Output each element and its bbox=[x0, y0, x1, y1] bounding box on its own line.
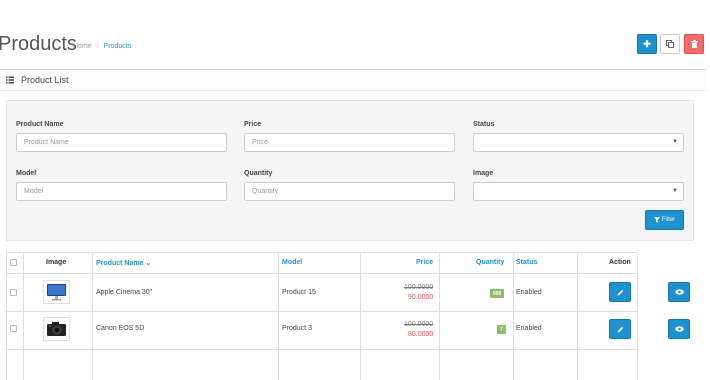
pencil-icon bbox=[617, 289, 623, 295]
column-header-model[interactable]: Model bbox=[282, 259, 302, 266]
list-icon bbox=[6, 76, 14, 84]
filter-price-label: Price bbox=[244, 121, 262, 128]
product-model: Product 3 bbox=[282, 325, 312, 332]
row-select-checkbox[interactable] bbox=[10, 325, 17, 332]
breadcrumb-products[interactable]: Products bbox=[104, 43, 132, 50]
breadcrumb-home[interactable]: Home bbox=[73, 43, 92, 50]
row-select-checkbox[interactable] bbox=[10, 289, 17, 296]
view-button[interactable] bbox=[668, 319, 690, 339]
product-status: Enabled bbox=[516, 289, 542, 296]
monitor-icon bbox=[47, 284, 66, 301]
filter-status-label: Status bbox=[473, 121, 495, 128]
eye-icon bbox=[674, 326, 684, 332]
select-all-checkbox[interactable] bbox=[10, 259, 17, 266]
camera-icon bbox=[47, 322, 66, 336]
delete-product-button[interactable] bbox=[684, 34, 704, 54]
filter-status-select[interactable]: ▼ bbox=[473, 133, 684, 152]
edit-button[interactable] bbox=[609, 319, 631, 339]
product-special-price: 90.0000 bbox=[408, 294, 434, 301]
filter-product-name-label: Product Name bbox=[16, 121, 64, 128]
panel-heading: Product List bbox=[0, 70, 706, 91]
sort-desc-icon: ⌄ bbox=[145, 260, 152, 267]
column-header-price[interactable]: Price bbox=[416, 259, 433, 266]
add-product-button[interactable]: ✚ bbox=[637, 34, 657, 54]
product-price: 100.0000 bbox=[404, 321, 434, 328]
product-table bbox=[6, 252, 638, 380]
product-thumbnail[interactable] bbox=[43, 280, 70, 304]
caret-down-icon: ▼ bbox=[672, 139, 678, 145]
product-model: Product 15 bbox=[282, 289, 316, 296]
funnel-icon bbox=[653, 217, 660, 223]
trash-icon bbox=[690, 40, 698, 48]
product-status: Enabled bbox=[516, 325, 542, 332]
caret-down-icon: ▼ bbox=[672, 188, 678, 194]
filter-model-label: Model bbox=[16, 170, 37, 177]
column-header-status[interactable]: Status bbox=[516, 259, 537, 266]
filter-quantity-label: Quantity bbox=[244, 170, 273, 177]
pencil-icon bbox=[617, 326, 623, 332]
column-header-quantity[interactable]: Quantity bbox=[476, 259, 504, 266]
filter-quantity-input[interactable]: Quantity bbox=[244, 182, 455, 201]
filter-price-input[interactable]: Price bbox=[244, 133, 455, 152]
column-header-image: Image bbox=[46, 259, 67, 266]
breadcrumb-separator: / bbox=[96, 43, 99, 50]
view-button[interactable] bbox=[668, 282, 690, 302]
breadcrumb: Home / Products bbox=[73, 43, 131, 50]
product-special-price: 80.0000 bbox=[408, 331, 434, 338]
copy-product-button[interactable] bbox=[660, 34, 680, 54]
panel-title: Product List bbox=[21, 75, 69, 85]
product-name: Apple Cinema 30" bbox=[96, 289, 153, 296]
eye-icon bbox=[674, 289, 684, 295]
filter-button-label: Filter bbox=[661, 217, 676, 223]
filter-button[interactable]: Filter bbox=[645, 210, 684, 230]
page-title: Products bbox=[0, 33, 77, 55]
edit-button[interactable] bbox=[609, 282, 631, 302]
product-name: Canon EOS 5D bbox=[96, 325, 145, 332]
filter-product-name-input[interactable]: Product Name bbox=[16, 133, 227, 152]
column-header-product-name-label: Product Name bbox=[96, 260, 144, 267]
filter-image-select[interactable]: ▼ bbox=[473, 182, 684, 201]
filter-model-input[interactable]: Model bbox=[16, 182, 227, 201]
filter-panel bbox=[6, 100, 694, 241]
column-header-product-name[interactable]: Product Name ⌄ bbox=[96, 259, 151, 267]
copy-icon bbox=[666, 40, 674, 48]
filter-image-label: Image bbox=[473, 170, 494, 177]
quantity-badge: 990 bbox=[490, 289, 505, 298]
plus-icon: ✚ bbox=[643, 38, 651, 49]
quantity-badge: 7 bbox=[497, 325, 506, 334]
column-header-action: Action bbox=[609, 259, 631, 266]
product-price: 100.0000 bbox=[404, 284, 434, 291]
product-thumbnail[interactable] bbox=[43, 317, 70, 341]
